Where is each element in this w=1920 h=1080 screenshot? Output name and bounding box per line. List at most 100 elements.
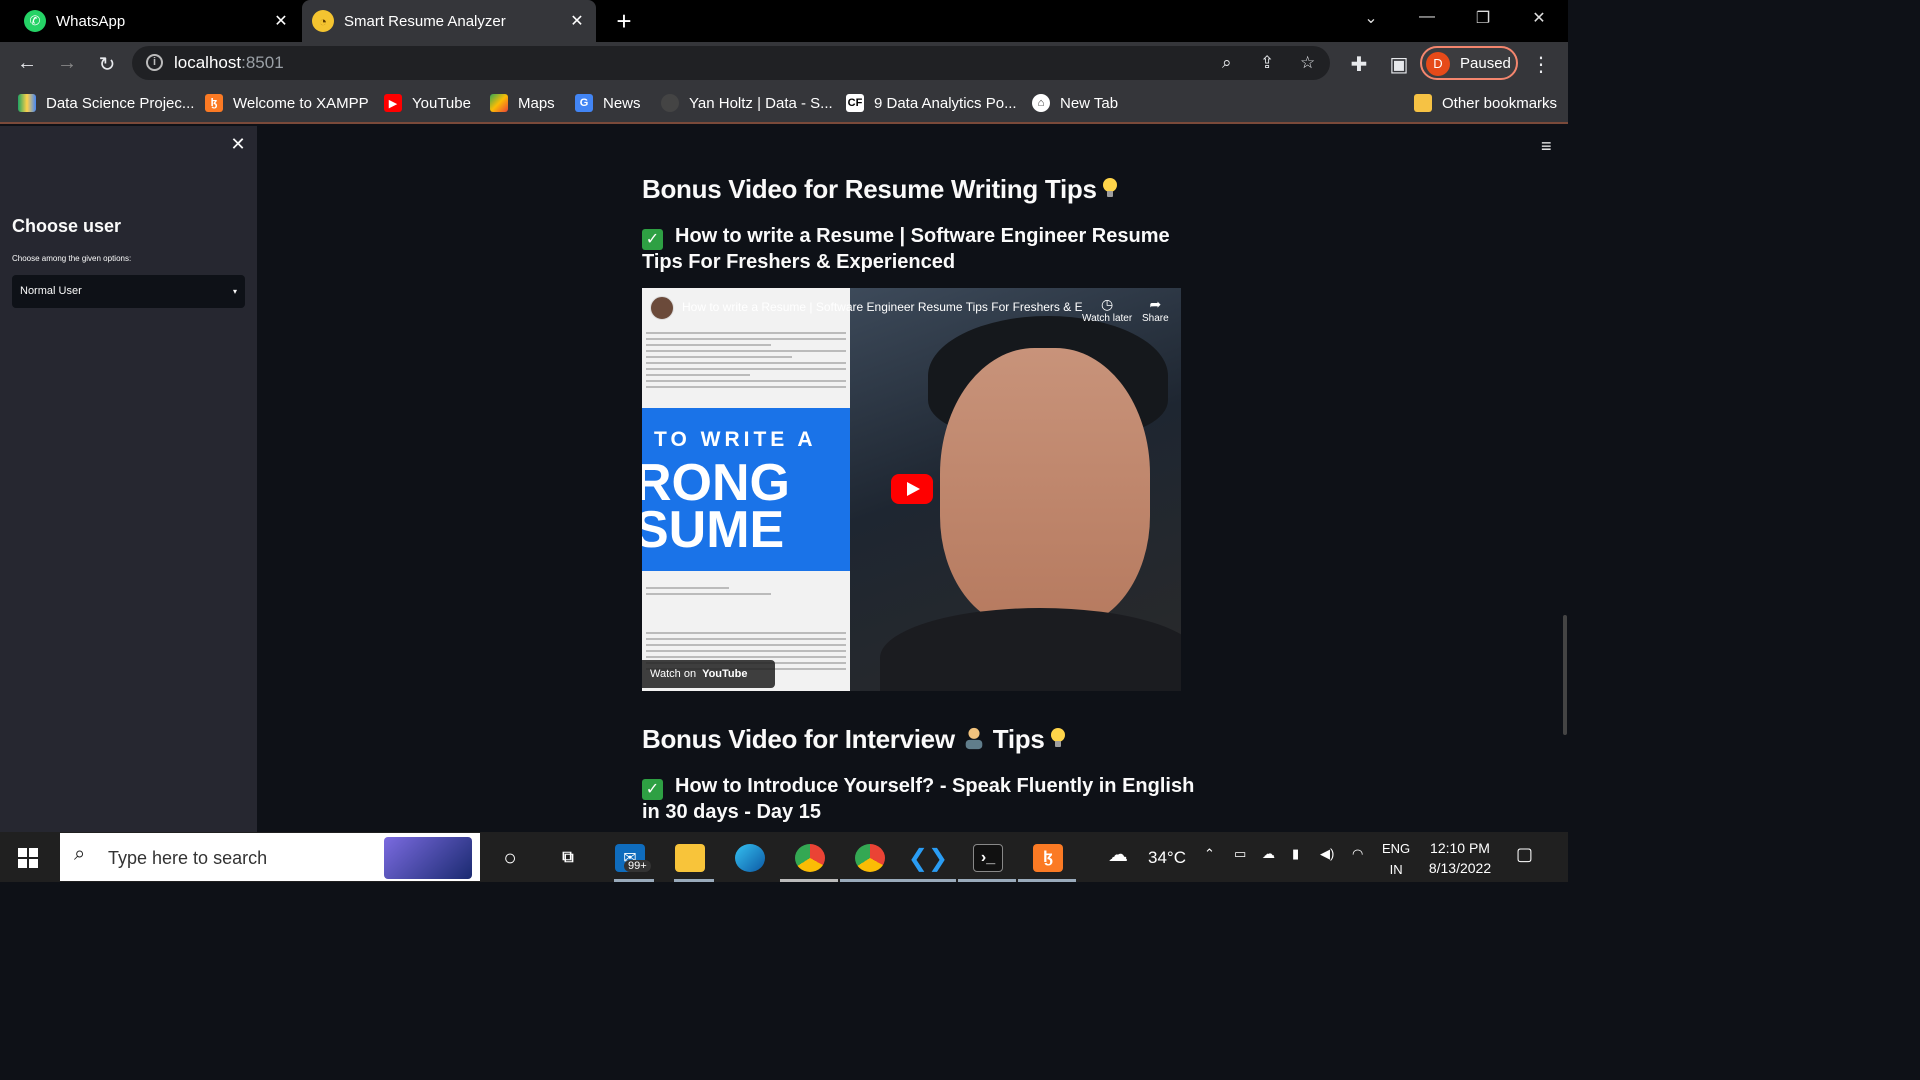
section-title-interview: Bonus Video for Interview Tips xyxy=(642,724,1067,755)
tab-label: WhatsApp xyxy=(56,12,126,30)
bookmark-new-tab[interactable]: ⌂ New Tab xyxy=(1032,94,1118,112)
volume-icon[interactable]: ◀) xyxy=(1320,846,1334,862)
task-view-icon[interactable]: ⧉ xyxy=(553,844,583,872)
profile-button[interactable]: D Paused xyxy=(1420,46,1518,80)
notifications-icon[interactable]: ▢ xyxy=(1516,844,1533,865)
section-title-resume: Bonus Video for Resume Writing Tips xyxy=(642,174,1119,205)
tab-label: Smart Resume Analyzer xyxy=(344,12,506,30)
back-button[interactable]: ← xyxy=(14,52,40,75)
tab-search-icon[interactable]: ⌄ xyxy=(1356,8,1386,28)
menu-kebab-icon[interactable]: ⋮ xyxy=(1528,52,1554,77)
watch-later-button[interactable]: ◷ Watch later xyxy=(1082,296,1132,324)
share-icon[interactable]: ⇪ xyxy=(1260,53,1274,73)
vscode-icon[interactable]: ❮❯ xyxy=(908,844,948,872)
forward-button[interactable]: → xyxy=(54,52,80,75)
folder-icon xyxy=(1414,94,1432,112)
meet-icon[interactable]: ▭ xyxy=(1234,846,1246,862)
sidebar-heading: Choose user xyxy=(12,216,122,236)
restore-button[interactable]: ❐ xyxy=(1468,8,1498,28)
new-tab-button[interactable]: + xyxy=(610,6,638,37)
bookmark-data-science[interactable]: Data Science Projec... xyxy=(18,94,194,112)
site-info-icon[interactable]: i xyxy=(146,54,163,71)
close-tab-icon[interactable]: ✕ xyxy=(564,11,590,31)
clock-icon: ◷ xyxy=(1100,296,1114,312)
globe-icon xyxy=(661,94,679,112)
share-button[interactable]: ➦ Share xyxy=(1142,296,1169,324)
google-drive-icon xyxy=(18,94,36,112)
bookmark-other[interactable]: Other bookmarks xyxy=(1414,94,1557,112)
user-type-select[interactable]: Normal User ▾ xyxy=(12,275,245,308)
checkmark-icon: ✓ xyxy=(642,779,663,800)
news-icon: G xyxy=(575,94,593,112)
select-label: Choose among the given options: xyxy=(12,254,132,263)
system-clock[interactable]: 12:10 PM 8/13/2022 xyxy=(1420,838,1500,878)
maps-icon xyxy=(490,94,508,112)
bookmarks-bar: Data Science Projec... ɮ Welcome to XAMPP… xyxy=(0,84,1568,124)
profile-avatar: D xyxy=(1426,52,1450,76)
youtube-icon: ▶ xyxy=(384,94,402,112)
search-placeholder: Type here to search xyxy=(108,848,268,868)
chevron-down-icon: ▾ xyxy=(232,287,237,296)
watch-on-youtube-button[interactable]: Watch on YouTube xyxy=(642,660,775,688)
cortana-icon[interactable]: ○ xyxy=(495,844,525,872)
bookmark-xampp[interactable]: ɮ Welcome to XAMPP xyxy=(205,94,369,112)
video1-heading: ✓ How to write a Resume | Software Engine… xyxy=(642,225,1170,273)
play-button[interactable] xyxy=(891,474,933,504)
tab-smart-resume-analyzer[interactable]: ◔ Smart Resume Analyzer ✕ xyxy=(302,0,596,42)
side-panel-icon[interactable]: ▣ xyxy=(1386,52,1412,77)
wifi-icon[interactable]: ◠ xyxy=(1352,846,1363,862)
language-indicator[interactable]: ENG IN xyxy=(1382,838,1410,880)
chrome-icon[interactable] xyxy=(795,844,825,872)
windows-start-icon[interactable] xyxy=(18,848,38,868)
sidebar: ✕ Choose user Choose among the given opt… xyxy=(0,126,257,832)
channel-avatar[interactable] xyxy=(650,296,674,320)
lightbulb-icon xyxy=(1102,178,1117,197)
select-value: Normal User xyxy=(20,285,82,297)
onedrive-icon[interactable]: ☁ xyxy=(1262,846,1275,862)
close-sidebar-icon[interactable]: ✕ xyxy=(228,134,248,155)
bookmark-youtube[interactable]: ▶ YouTube xyxy=(384,94,471,112)
video-overlay-title[interactable]: How to write a Resume | Software Enginee… xyxy=(682,300,1082,314)
thumbnail-banner: TO WRITE A RONG SUME xyxy=(642,408,850,571)
weather-cloud-icon[interactable]: ☁ xyxy=(1108,842,1128,867)
mail-badge: 99+ xyxy=(624,860,651,872)
terminal-icon[interactable]: ›_ xyxy=(973,844,1003,872)
battery-icon[interactable]: ▮ xyxy=(1292,846,1299,862)
person-icon xyxy=(965,727,983,750)
windows-taskbar: ⌕ Type here to search ○ ⧉ ✉ 99+ ❮❯ ›_ ɮ … xyxy=(0,832,1568,882)
minimize-button[interactable]: — xyxy=(1412,8,1442,26)
close-window-button[interactable]: ✕ xyxy=(1524,8,1554,28)
checkmark-icon: ✓ xyxy=(642,229,663,250)
tab-whatsapp[interactable]: ✆ WhatsApp ✕ xyxy=(14,0,300,42)
bookmark-yan-holtz[interactable]: Yan Holtz | Data - S... xyxy=(661,94,833,112)
search-highlight-image xyxy=(384,837,472,879)
hamburger-menu-icon[interactable]: ≡ xyxy=(1541,136,1552,157)
home-icon: ⌂ xyxy=(1032,94,1050,112)
xampp-icon: ɮ xyxy=(205,94,223,112)
address-bar[interactable]: i localhost:8501 ⌕ ⇪ ☆ xyxy=(132,46,1330,80)
taskbar-search[interactable]: ⌕ Type here to search xyxy=(60,833,480,881)
edge-icon[interactable] xyxy=(735,844,765,872)
chrome-profile-icon[interactable] xyxy=(855,844,885,872)
scrollbar[interactable] xyxy=(1563,615,1567,735)
xampp-icon[interactable]: ɮ xyxy=(1033,844,1063,872)
search-icon: ⌕ xyxy=(74,843,86,865)
weather-temp[interactable]: 34°C xyxy=(1148,848,1186,868)
bookmark-star-icon[interactable]: ☆ xyxy=(1300,53,1315,73)
url-text[interactable]: localhost:8501 xyxy=(174,53,284,73)
reload-button[interactable]: ↻ xyxy=(94,52,120,77)
video2-heading: ✓ How to Introduce Yourself? - Speak Flue… xyxy=(642,775,1195,823)
browser-toolbar: ← → ↻ i localhost:8501 ⌕ ⇪ ☆ ✚ ▣ D Pause… xyxy=(0,42,1568,84)
zoom-icon[interactable]: ⌕ xyxy=(1222,53,1232,73)
file-explorer-icon[interactable] xyxy=(675,844,705,872)
bookmark-news[interactable]: G News xyxy=(575,94,641,112)
chevron-up-icon[interactable]: ⌃ xyxy=(1204,846,1215,862)
bookmark-maps[interactable]: Maps xyxy=(490,94,555,112)
share-arrow-icon: ➦ xyxy=(1149,296,1162,312)
whatsapp-icon: ✆ xyxy=(24,10,46,32)
extensions-icon[interactable]: ✚ xyxy=(1346,52,1372,77)
bookmark-data-analytics[interactable]: CF 9 Data Analytics Po... xyxy=(846,94,1017,112)
lightbulb-icon xyxy=(1050,728,1065,747)
youtube-embed-resume[interactable]: TO WRITE A RONG SUME How to write a Resu… xyxy=(642,288,1181,691)
close-tab-icon[interactable]: ✕ xyxy=(268,11,294,31)
